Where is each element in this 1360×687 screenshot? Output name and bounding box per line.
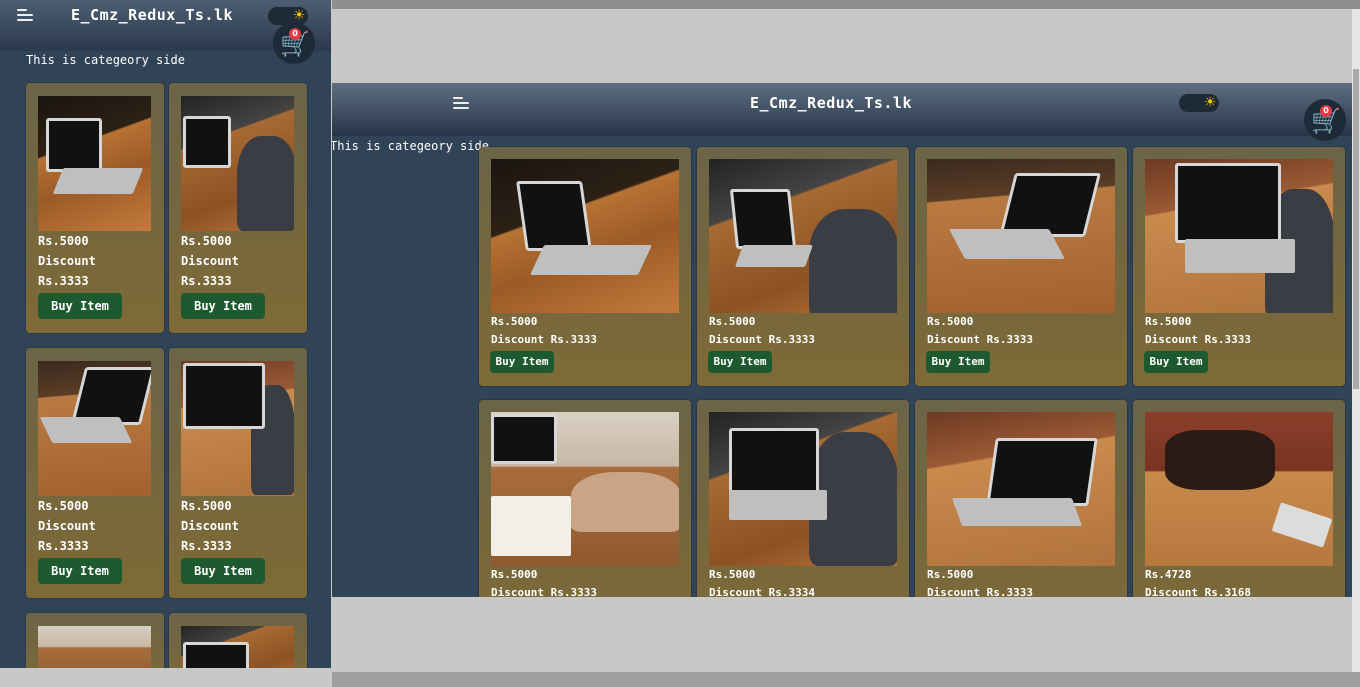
buy-item-button[interactable]: Buy Item [490,351,554,373]
product-card: Rs.5000 Discount Rs.3333 [479,400,691,597]
product-price: Rs.5000 [38,499,89,513]
product-image [927,412,1115,566]
product-discount: Rs.3333 [38,274,89,288]
app-title: E_Cmz_Redux_Ts.lk [71,6,234,24]
category-sidebar-text: This is categeory side [26,53,185,67]
product-image [491,159,679,313]
product-image [1145,412,1333,566]
app-title: E_Cmz_Redux_Ts.lk [750,94,913,112]
product-discount: Discount Rs.3168 [1145,586,1251,597]
product-price: Rs.5000 [1145,315,1192,328]
product-price: Rs.5000 [927,568,974,581]
product-image [1145,159,1333,313]
product-discount: Discount Rs.3333 [1145,333,1251,346]
theme-toggle[interactable]: ☀ [1179,92,1219,113]
product-discount-label: Discount [181,519,239,533]
product-discount: Discount Rs.3333 [491,333,597,346]
buy-item-button[interactable]: Buy Item [1144,351,1208,373]
product-card: Rs.5000 Discount Rs.3333 Buy Item [169,348,307,598]
buy-item-button[interactable]: Buy Item [38,558,122,584]
product-card: Rs.5000 Discount Rs.3334 [697,400,909,597]
app-viewport: E_Cmz_Redux_Ts.lk ☀ 🛒 0 This is categeor… [332,83,1352,597]
cart-badge: 0 [289,28,301,40]
product-price: Rs.5000 [709,315,756,328]
buy-item-button[interactable]: Buy Item [38,293,122,319]
product-price: Rs.5000 [38,234,89,248]
product-image [38,361,151,496]
product-card: Rs.5000 Discount Rs.3333 Buy Item [915,147,1127,386]
product-card: Rs.5000 Discount Rs.3333 Buy Item [26,348,164,598]
product-image [181,96,294,231]
cart-button[interactable]: 🛒 0 [1304,99,1346,141]
buy-item-button[interactable]: Buy Item [181,558,265,584]
product-card: Rs.5000 Discount Rs.3333 Buy Item [26,83,164,333]
product-discount: Discount Rs.3333 [491,586,597,597]
product-price: Rs.5000 [927,315,974,328]
app-header: E_Cmz_Redux_Ts.lk ☀ 🛒 0 [0,0,331,64]
product-image [491,412,679,566]
product-card: Rs.5000 Discount Rs.3333 Buy Item [479,147,691,386]
menu-icon[interactable] [17,9,33,23]
window-top-strip [332,0,1360,9]
sun-icon: ☀ [1204,92,1216,113]
buy-item-button[interactable]: Buy Item [181,293,265,319]
product-discount-label: Discount [38,254,96,268]
product-image [38,96,151,231]
menu-icon[interactable] [453,97,469,111]
product-card: Rs.5000 Discount Rs.3333 [915,400,1127,597]
vertical-scrollbar[interactable] [1352,9,1360,672]
product-discount: Discount Rs.3333 [927,333,1033,346]
product-discount: Discount Rs.3333 [927,586,1033,597]
scrollbar-thumb[interactable] [1353,69,1359,389]
product-card: Rs.4728 Discount Rs.3168 [1133,400,1345,597]
window-bottom-strip [0,668,331,687]
cart-badge: 0 [1320,105,1332,117]
product-card: Rs.5000 Discount Rs.3333 Buy Item [697,147,909,386]
mobile-preview-window: E_Cmz_Redux_Ts.lk ☀ 🛒 0 This is categeor… [0,0,331,687]
product-discount: Rs.3333 [38,539,89,553]
product-price: Rs.5000 [181,499,232,513]
product-image [709,412,897,566]
product-discount: Rs.3333 [181,274,232,288]
product-card: Rs.5000 Discount Rs.3333 Buy Item [1133,147,1345,386]
product-discount: Discount Rs.3333 [709,333,815,346]
product-price: Rs.5000 [491,315,538,328]
product-discount: Discount Rs.3334 [709,586,815,597]
product-image [709,159,897,313]
app-header: E_Cmz_Redux_Ts.lk ☀ 🛒 0 [332,83,1352,141]
product-card: Rs.5000 Discount Rs.3333 Buy Item [169,83,307,333]
product-price: Rs.5000 [709,568,756,581]
buy-item-button[interactable]: Buy Item [708,351,772,373]
product-image [927,159,1115,313]
product-image [181,361,294,496]
cart-button[interactable]: 🛒 0 [273,22,315,64]
category-sidebar-text: This is categeory side [332,139,489,153]
product-discount-label: Discount [181,254,239,268]
product-price: Rs.5000 [181,234,232,248]
product-discount: Rs.3333 [181,539,232,553]
product-price: Rs.4728 [1145,568,1192,581]
window-bottom-strip [332,672,1360,687]
product-price: Rs.5000 [491,568,538,581]
main-browser-window: E_Cmz_Redux_Ts.lk ☀ 🛒 0 This is categeor… [332,0,1360,687]
buy-item-button[interactable]: Buy Item [926,351,990,373]
product-discount-label: Discount [38,519,96,533]
